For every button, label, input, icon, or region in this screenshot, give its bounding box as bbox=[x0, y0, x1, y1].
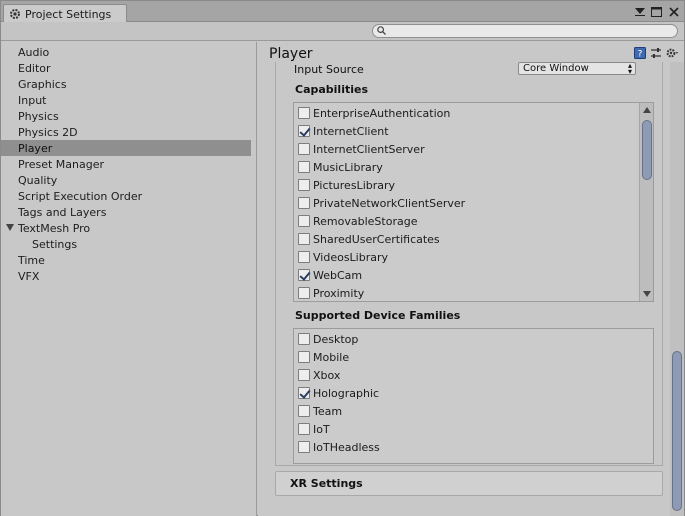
scroll-down-arrow-icon[interactable] bbox=[643, 291, 651, 297]
sidebar-item-physics-2d[interactable]: Physics 2D bbox=[1, 124, 251, 140]
checkbox[interactable] bbox=[298, 179, 310, 191]
sidebar-item-vfx[interactable]: VFX bbox=[1, 268, 251, 284]
capability-shared-user-certificates[interactable]: SharedUserCertificates bbox=[298, 231, 440, 247]
tab-title: Project Settings bbox=[25, 7, 112, 21]
input-source-label: Input Source bbox=[294, 62, 364, 76]
checkbox[interactable] bbox=[298, 233, 310, 245]
checkbox[interactable] bbox=[298, 197, 310, 209]
checkbox-checked[interactable] bbox=[298, 125, 310, 137]
device-family-xbox[interactable]: Xbox bbox=[298, 367, 340, 383]
search-field[interactable] bbox=[372, 24, 678, 38]
capability-internet-client-server[interactable]: InternetClientServer bbox=[298, 141, 425, 157]
device-family-desktop[interactable]: Desktop bbox=[298, 331, 358, 347]
checkbox[interactable] bbox=[298, 251, 310, 263]
checkbox-checked[interactable] bbox=[298, 269, 310, 281]
capabilities-title: Capabilities bbox=[295, 83, 369, 96]
capability-pictures-library[interactable]: PicturesLibrary bbox=[298, 177, 395, 193]
preset-sliders-icon[interactable] bbox=[650, 47, 662, 59]
capability-proximity[interactable]: Proximity bbox=[298, 285, 364, 301]
settings-sidebar: Audio Editor Graphics Input Physics Phys… bbox=[1, 42, 257, 516]
capabilities-list: EnterpriseAuthentication InternetClient … bbox=[293, 102, 654, 302]
capability-webcam[interactable]: WebCam bbox=[298, 267, 362, 283]
capability-enterprise-authentication[interactable]: EnterpriseAuthentication bbox=[298, 105, 450, 121]
checkbox[interactable] bbox=[298, 215, 310, 227]
capability-internet-client[interactable]: InternetClient bbox=[298, 123, 389, 139]
capability-music-library[interactable]: MusicLibrary bbox=[298, 159, 383, 175]
sidebar-item-physics[interactable]: Physics bbox=[1, 108, 251, 124]
tab-strip: Project Settings bbox=[1, 1, 684, 23]
help-icon[interactable]: ? bbox=[634, 47, 646, 59]
checkbox-checked[interactable] bbox=[298, 387, 310, 399]
xr-settings-label: XR Settings bbox=[290, 477, 363, 490]
checkbox[interactable] bbox=[298, 369, 310, 381]
checkbox[interactable] bbox=[298, 351, 310, 363]
sidebar-item-audio[interactable]: Audio bbox=[1, 44, 251, 60]
svg-text:?: ? bbox=[638, 50, 643, 60]
checkbox[interactable] bbox=[298, 161, 310, 173]
sidebar-item-time[interactable]: Time bbox=[1, 252, 251, 268]
player-settings-panel: Input Source Core Window ▴ ▾ Capabilities… bbox=[275, 62, 663, 466]
dropdown-arrows-icon: ▴ ▾ bbox=[627, 61, 632, 76]
sidebar-item-textmesh-pro[interactable]: TextMesh Pro bbox=[1, 220, 251, 236]
maximize-icon[interactable] bbox=[650, 5, 663, 18]
device-family-iot[interactable]: IoT bbox=[298, 421, 330, 437]
close-icon[interactable] bbox=[667, 5, 680, 18]
settings-gear-icon[interactable] bbox=[666, 47, 678, 59]
capability-private-network-client-server[interactable]: PrivateNetworkClientServer bbox=[298, 195, 465, 211]
checkbox[interactable] bbox=[298, 287, 310, 299]
sidebar-item-script-execution-order[interactable]: Script Execution Order bbox=[1, 188, 251, 204]
checkbox[interactable] bbox=[298, 405, 310, 417]
capability-videos-library[interactable]: VideosLibrary bbox=[298, 249, 388, 265]
project-settings-window: Project Settings Audio Editor Graphics I bbox=[0, 0, 685, 516]
page-title: Player bbox=[269, 46, 313, 62]
input-source-value: Core Window bbox=[523, 63, 589, 74]
sidebar-item-tags-and-layers[interactable]: Tags and Layers bbox=[1, 204, 251, 220]
checkbox[interactable] bbox=[298, 423, 310, 435]
search-input[interactable] bbox=[389, 25, 669, 37]
device-families-list: Desktop Mobile Xbox Holographic Team IoT… bbox=[293, 328, 654, 464]
sidebar-item-quality[interactable]: Quality bbox=[1, 172, 251, 188]
device-family-iot-headless[interactable]: IoTHeadless bbox=[298, 439, 380, 455]
checkbox[interactable] bbox=[298, 143, 310, 155]
device-family-mobile[interactable]: Mobile bbox=[298, 349, 349, 365]
capability-removable-storage[interactable]: RemovableStorage bbox=[298, 213, 417, 229]
input-source-dropdown[interactable]: Core Window ▴ ▾ bbox=[518, 61, 636, 76]
device-family-holographic[interactable]: Holographic bbox=[298, 385, 379, 401]
menu-icon[interactable] bbox=[633, 5, 646, 18]
search-row bbox=[1, 22, 684, 41]
sidebar-item-editor[interactable]: Editor bbox=[1, 60, 251, 76]
gear-icon bbox=[9, 8, 21, 20]
scroll-up-arrow-icon[interactable] bbox=[643, 107, 651, 113]
search-icon bbox=[377, 25, 386, 38]
content-scrollbar-thumb[interactable] bbox=[672, 351, 682, 511]
device-family-team[interactable]: Team bbox=[298, 403, 342, 419]
content-scrollbar[interactable] bbox=[670, 62, 684, 516]
sidebar-item-textmesh-settings[interactable]: Settings bbox=[1, 236, 251, 252]
sidebar-item-preset-manager[interactable]: Preset Manager bbox=[1, 156, 251, 172]
xr-settings-foldout[interactable]: XR Settings bbox=[275, 471, 663, 496]
sidebar-item-graphics[interactable]: Graphics bbox=[1, 76, 251, 92]
sidebar-item-input[interactable]: Input bbox=[1, 92, 251, 108]
scrollbar-thumb[interactable] bbox=[642, 120, 652, 180]
settings-content-pane: Player ? Input Source Core Window ▴ ▾ Cap… bbox=[258, 42, 684, 516]
checkbox[interactable] bbox=[298, 107, 310, 119]
checkbox[interactable] bbox=[298, 441, 310, 453]
checkbox[interactable] bbox=[298, 333, 310, 345]
device-families-title: Supported Device Families bbox=[295, 309, 461, 322]
tab-project-settings[interactable]: Project Settings bbox=[3, 4, 127, 23]
capabilities-scrollbar[interactable] bbox=[639, 103, 653, 301]
sidebar-item-player[interactable]: Player bbox=[1, 140, 251, 156]
foldout-arrow-icon[interactable] bbox=[6, 224, 14, 231]
